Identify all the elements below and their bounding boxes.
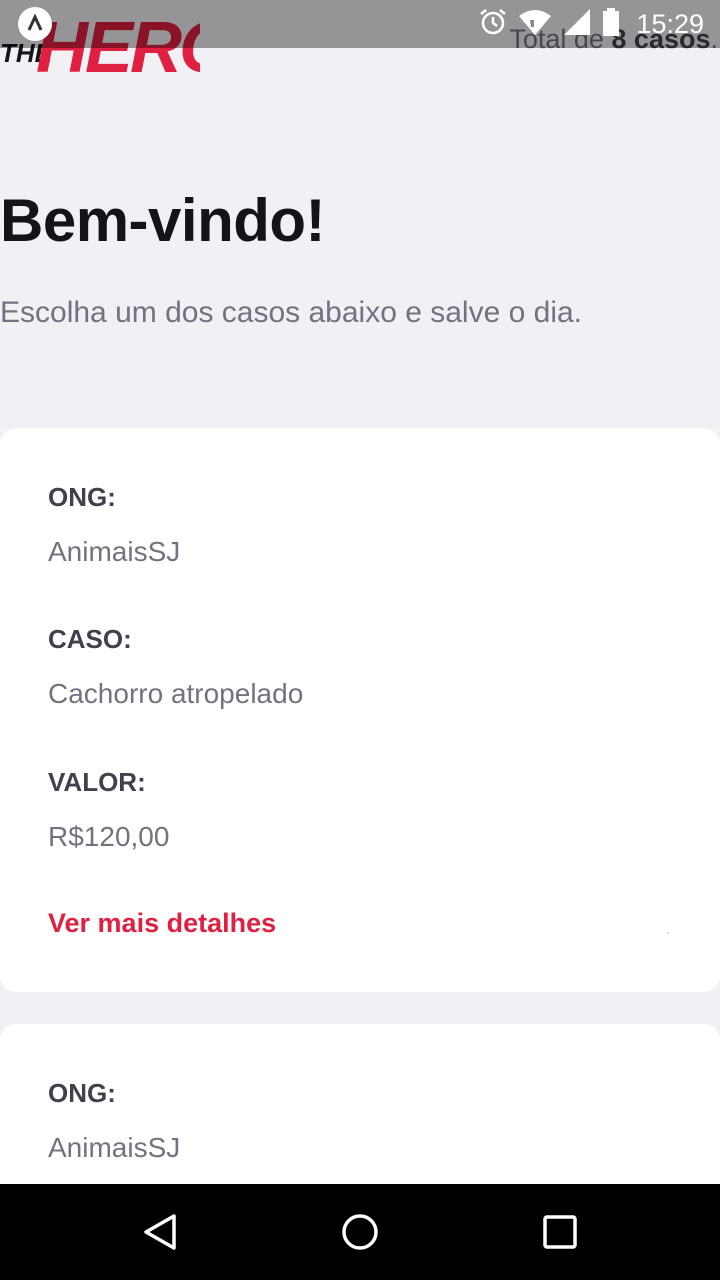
navigation-bar <box>0 1184 720 1280</box>
back-icon[interactable] <box>136 1208 184 1256</box>
ong-value: AnimaisSJ <box>48 1132 181 1163</box>
see-details-button[interactable]: Ver mais detalhes <box>48 908 276 939</box>
wifi-icon <box>518 7 552 42</box>
ong-label: ONG: <box>48 1078 116 1108</box>
status-bar: 15:29 <box>0 0 720 48</box>
alarm-icon <box>478 7 508 42</box>
ong-value: AnimaisSJ <box>48 536 181 567</box>
app-notification-icon <box>18 7 52 41</box>
caso-value: Cachorro atropelado <box>48 678 304 709</box>
caso-label: CASO: <box>48 624 132 654</box>
recents-icon[interactable] <box>536 1208 584 1256</box>
page-subtitle: Escolha um dos casos abaixo e salve o di… <box>0 296 582 329</box>
incident-card: ONG: AnimaisSJ CASO: Cachorro atropelado… <box>0 428 720 992</box>
valor-value: R$120,00 <box>48 821 170 852</box>
valor-label: VALOR: <box>48 767 146 797</box>
home-icon[interactable] <box>336 1208 384 1256</box>
battery-icon <box>602 7 620 42</box>
arrow-right-icon[interactable] <box>666 922 670 934</box>
page-title: Bem-vindo! <box>0 187 326 254</box>
ong-label: ONG: <box>48 482 116 512</box>
signal-icon <box>562 7 592 42</box>
status-time: 15:29 <box>636 8 704 39</box>
